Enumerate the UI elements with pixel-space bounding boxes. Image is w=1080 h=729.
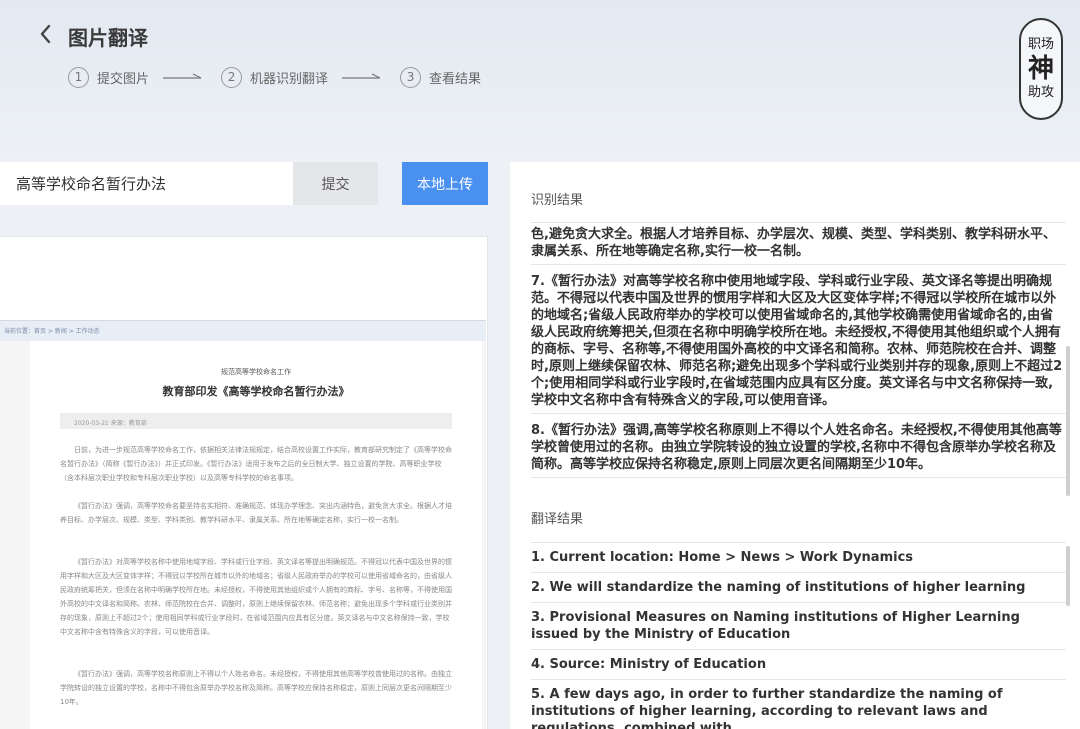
page-title: 图片翻译 — [68, 26, 148, 50]
header: 图片翻译 1 提交图片 2 机器识别翻译 3 查看结果 职场 神 助攻 — [0, 0, 1080, 162]
step-number: 1 — [68, 66, 89, 88]
step-number: 2 — [221, 66, 243, 88]
step-machine-translate: 2 机器识别翻译 — [221, 66, 329, 88]
translation-item: 3. Provisional Measures on Naming instit… — [531, 603, 1066, 650]
back-button[interactable] — [34, 20, 60, 48]
translation-item: 2. We will standardize the naming of ins… — [531, 573, 1066, 603]
arrow-right-icon — [342, 73, 381, 79]
recognition-scrollbar[interactable] — [1066, 346, 1070, 496]
search-input[interactable] — [0, 162, 293, 205]
translation-result-list[interactable]: 1. Current location: Home > News > Work … — [531, 542, 1066, 729]
document-breadcrumb: 当前位置：首页 > 新闻 > 工作动态 — [4, 328, 100, 335]
document-meta: 2020-03-21 来源：教育部 — [60, 413, 452, 429]
recognition-result-list[interactable]: 色,避免贪大求全。根据人才培养目标、办学层次、规模、类型、学科类别、教学科研水平… — [531, 222, 1066, 478]
uploaded-document-image: 当前位置：首页 > 新闻 > 工作动态 规范高等学校命名工作 教育部印发《高等学… — [0, 320, 486, 729]
document-page: 规范高等学校命名工作 教育部印发《高等学校命名暂行办法》 2020-03-21 … — [30, 341, 482, 729]
logo-text-bottom: 助攻 — [1027, 85, 1054, 100]
translation-item: 1. Current location: Home > News > Work … — [531, 543, 1066, 573]
step-number: 3 — [400, 66, 422, 88]
recognition-item: 8.《暂行办法》强调,高等学校名称原则上不得以个人姓名命名。未经授权,不得使用其… — [531, 414, 1066, 478]
step-label: 查看结果 — [429, 71, 482, 87]
document-breadcrumb-bar: 当前位置：首页 > 新闻 > 工作动态 — [0, 321, 486, 341]
document-paragraph: 《暂行办法》强调，高等学校名称原则上不得以个人姓名命名。未经授权，不得使用其他高… — [60, 670, 452, 706]
translation-scrollbar[interactable] — [1066, 546, 1070, 606]
step-submit-image: 1 提交图片 — [68, 66, 150, 88]
local-upload-button[interactable]: 本地上传 — [402, 162, 488, 205]
translation-item: 5. A few days ago, in order to further s… — [531, 680, 1066, 729]
recognition-result-label: 识别结果 — [531, 193, 584, 208]
chevron-left-icon — [40, 24, 51, 44]
arrow-right-icon — [163, 73, 202, 79]
logo-text-main: 神 — [1027, 54, 1054, 84]
results-panel: 识别结果 色,避免贪大求全。根据人才培养目标、办学层次、规模、类型、学科类别、教… — [510, 162, 1080, 729]
brand-logo: 职场 神 助攻 — [1019, 18, 1063, 120]
document-title: 教育部印发《高等学校命名暂行办法》 — [162, 385, 350, 398]
recognition-item: 7.《暂行办法》对高等学校名称中使用地域字段、学科或行业字段、英文译名等提出明确… — [531, 265, 1066, 414]
recognition-item: 色,避免贪大求全。根据人才培养目标、办学层次、规模、类型、学科类别、教学科研水平… — [531, 223, 1066, 265]
document-paragraph: 日前，为进一步规范高等学校命名工作，依据相关法律法规规定，结合高校设置工作实际，… — [60, 446, 452, 482]
translation-result-label: 翻译结果 — [531, 512, 584, 527]
document-paragraph: 《暂行办法》强调，高等学校命名要坚持名实相符、准确规范、体现办学理念、突出内涵特… — [60, 502, 452, 524]
step-label: 提交图片 — [97, 71, 150, 87]
step-indicator: 1 提交图片 2 机器识别翻译 3 查看结果 — [68, 66, 481, 88]
submit-button[interactable]: 提交 — [293, 162, 378, 205]
document-kicker: 规范高等学校命名工作 — [221, 368, 291, 376]
step-label: 机器识别翻译 — [250, 71, 329, 87]
step-view-result: 3 查看结果 — [400, 66, 482, 88]
document-paragraph: 《暂行办法》对高等学校名称中使用地域字段、学科或行业字段、英文译名等提出明确规范… — [60, 558, 452, 636]
translation-item: 4. Source: Ministry of Education — [531, 650, 1066, 680]
logo-text-top: 职场 — [1027, 37, 1054, 52]
